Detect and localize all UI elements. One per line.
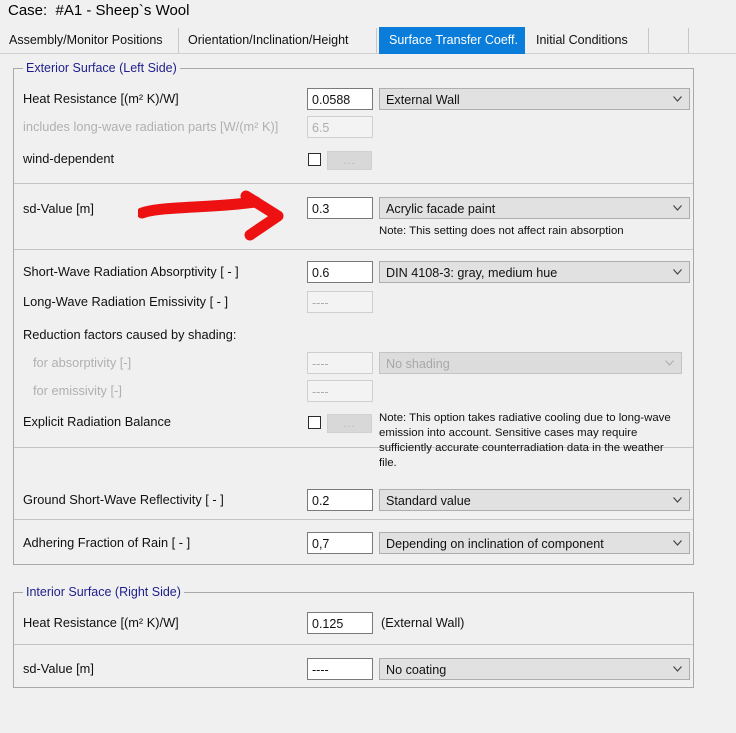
interior-sd-value-input[interactable]: ---- <box>307 658 373 680</box>
chevron-down-icon <box>673 96 682 102</box>
exterior-adhering-rain-input[interactable]: 0,7 <box>307 532 373 554</box>
row-separator <box>14 183 693 184</box>
tab-bar: Assembly/Monitor Positions Orientation/I… <box>0 28 736 54</box>
exterior-longwave-parts-input: 6.5 <box>307 116 373 138</box>
exterior-ground-reflectivity-preset-value: Standard value <box>386 494 471 508</box>
exterior-adhering-rain-preset-value: Depending on inclination of component <box>386 537 604 551</box>
interior-surface-legend: Interior Surface (Right Side) <box>23 585 184 599</box>
exterior-shading-emissivity-input: ---- <box>307 380 373 402</box>
interior-heat-resistance-note: (External Wall) <box>381 615 464 630</box>
exterior-ground-reflectivity-input[interactable]: 0.2 <box>307 489 373 511</box>
exterior-shortwave-absorptivity-preset-value: DIN 4108-3: gray, medium hue <box>386 266 557 280</box>
chevron-down-icon <box>673 540 682 546</box>
exterior-shading-emissivity-label: for emissivity [-] <box>33 383 122 398</box>
row-separator <box>14 644 693 645</box>
exterior-wind-dependent-checkbox[interactable] <box>308 153 321 166</box>
exterior-shading-header: Reduction factors caused by shading: <box>23 327 236 342</box>
exterior-longwave-emissivity-label: Long-Wave Radiation Emissivity [ - ] <box>23 294 228 309</box>
row-separator <box>14 249 693 250</box>
exterior-wind-dependent-options-button[interactable]: ... <box>327 151 372 170</box>
tab-spacer <box>649 28 689 53</box>
exterior-longwave-emissivity-input: ---- <box>307 291 373 313</box>
tab-surface-transfer-coeff[interactable]: Surface Transfer Coeff. <box>380 28 524 53</box>
surface-transfer-coefficients-window: Case: #A1 - Sheep`s Wool Assembly/Monito… <box>0 0 736 733</box>
exterior-sd-value-label: sd-Value [m] <box>23 201 94 216</box>
exterior-ground-reflectivity-label: Ground Short-Wave Reflectivity [ - ] <box>23 492 224 507</box>
exterior-shading-preset-combo: No shading <box>379 352 682 374</box>
exterior-ground-reflectivity-preset-combo[interactable]: Standard value <box>379 489 690 511</box>
exterior-longwave-parts-label: includes long-wave radiation parts [W/(m… <box>23 119 278 134</box>
exterior-sd-value-preset-value: Acrylic facade paint <box>386 202 495 216</box>
exterior-surface-legend: Exterior Surface (Left Side) <box>23 61 180 75</box>
interior-sd-value-preset-value: No coating <box>386 663 446 677</box>
interior-heat-resistance-label: Heat Resistance [(m² K)/W] <box>23 615 179 630</box>
exterior-explicit-radiation-balance-checkbox[interactable] <box>308 416 321 429</box>
exterior-explicit-radiation-balance-label: Explicit Radiation Balance <box>23 414 171 429</box>
tab-orientation-inclination-height[interactable]: Orientation/Inclination/Height <box>179 28 377 53</box>
exterior-sd-value-note: Note: This setting does not affect rain … <box>379 224 624 239</box>
exterior-heat-resistance-label: Heat Resistance [(m² K)/W] <box>23 91 179 106</box>
chevron-down-icon <box>665 360 674 366</box>
exterior-explicit-radiation-balance-options-button[interactable]: ... <box>327 414 372 433</box>
tab-initial-conditions[interactable]: Initial Conditions <box>527 28 649 53</box>
exterior-shading-preset-value: No shading <box>386 357 450 371</box>
chevron-down-icon <box>673 497 682 503</box>
interior-sd-value-label: sd-Value [m] <box>23 661 94 676</box>
exterior-heat-resistance-input[interactable]: 0.0588 <box>307 88 373 110</box>
exterior-adhering-rain-label: Adhering Fraction of Rain [ - ] <box>23 535 190 550</box>
interior-heat-resistance-input[interactable]: 0.125 <box>307 612 373 634</box>
exterior-shading-absorptivity-input: ---- <box>307 352 373 374</box>
exterior-shading-absorptivity-label: for absorptivity [-] <box>33 355 131 370</box>
exterior-heat-resistance-preset-value: External Wall <box>386 93 460 107</box>
exterior-sd-value-input[interactable]: 0.3 <box>307 197 373 219</box>
row-separator <box>14 519 693 520</box>
exterior-explicit-radiation-balance-note: Note: This option takes radiative coolin… <box>379 411 679 471</box>
chevron-down-icon <box>673 269 682 275</box>
page-title: Case: #A1 - Sheep`s Wool <box>8 2 189 19</box>
exterior-shortwave-absorptivity-label: Short-Wave Radiation Absorptivity [ - ] <box>23 264 239 279</box>
exterior-heat-resistance-preset-combo[interactable]: External Wall <box>379 88 690 110</box>
exterior-shortwave-absorptivity-input[interactable]: 0.6 <box>307 261 373 283</box>
chevron-down-icon <box>673 205 682 211</box>
exterior-wind-dependent-label: wind-dependent <box>23 151 114 166</box>
exterior-adhering-rain-preset-combo[interactable]: Depending on inclination of component <box>379 532 690 554</box>
tab-assembly-monitor-positions[interactable]: Assembly/Monitor Positions <box>0 28 179 53</box>
interior-sd-value-preset-combo[interactable]: No coating <box>379 658 690 680</box>
exterior-shortwave-absorptivity-preset-combo[interactable]: DIN 4108-3: gray, medium hue <box>379 261 690 283</box>
chevron-down-icon <box>673 666 682 672</box>
exterior-sd-value-preset-combo[interactable]: Acrylic facade paint <box>379 197 690 219</box>
